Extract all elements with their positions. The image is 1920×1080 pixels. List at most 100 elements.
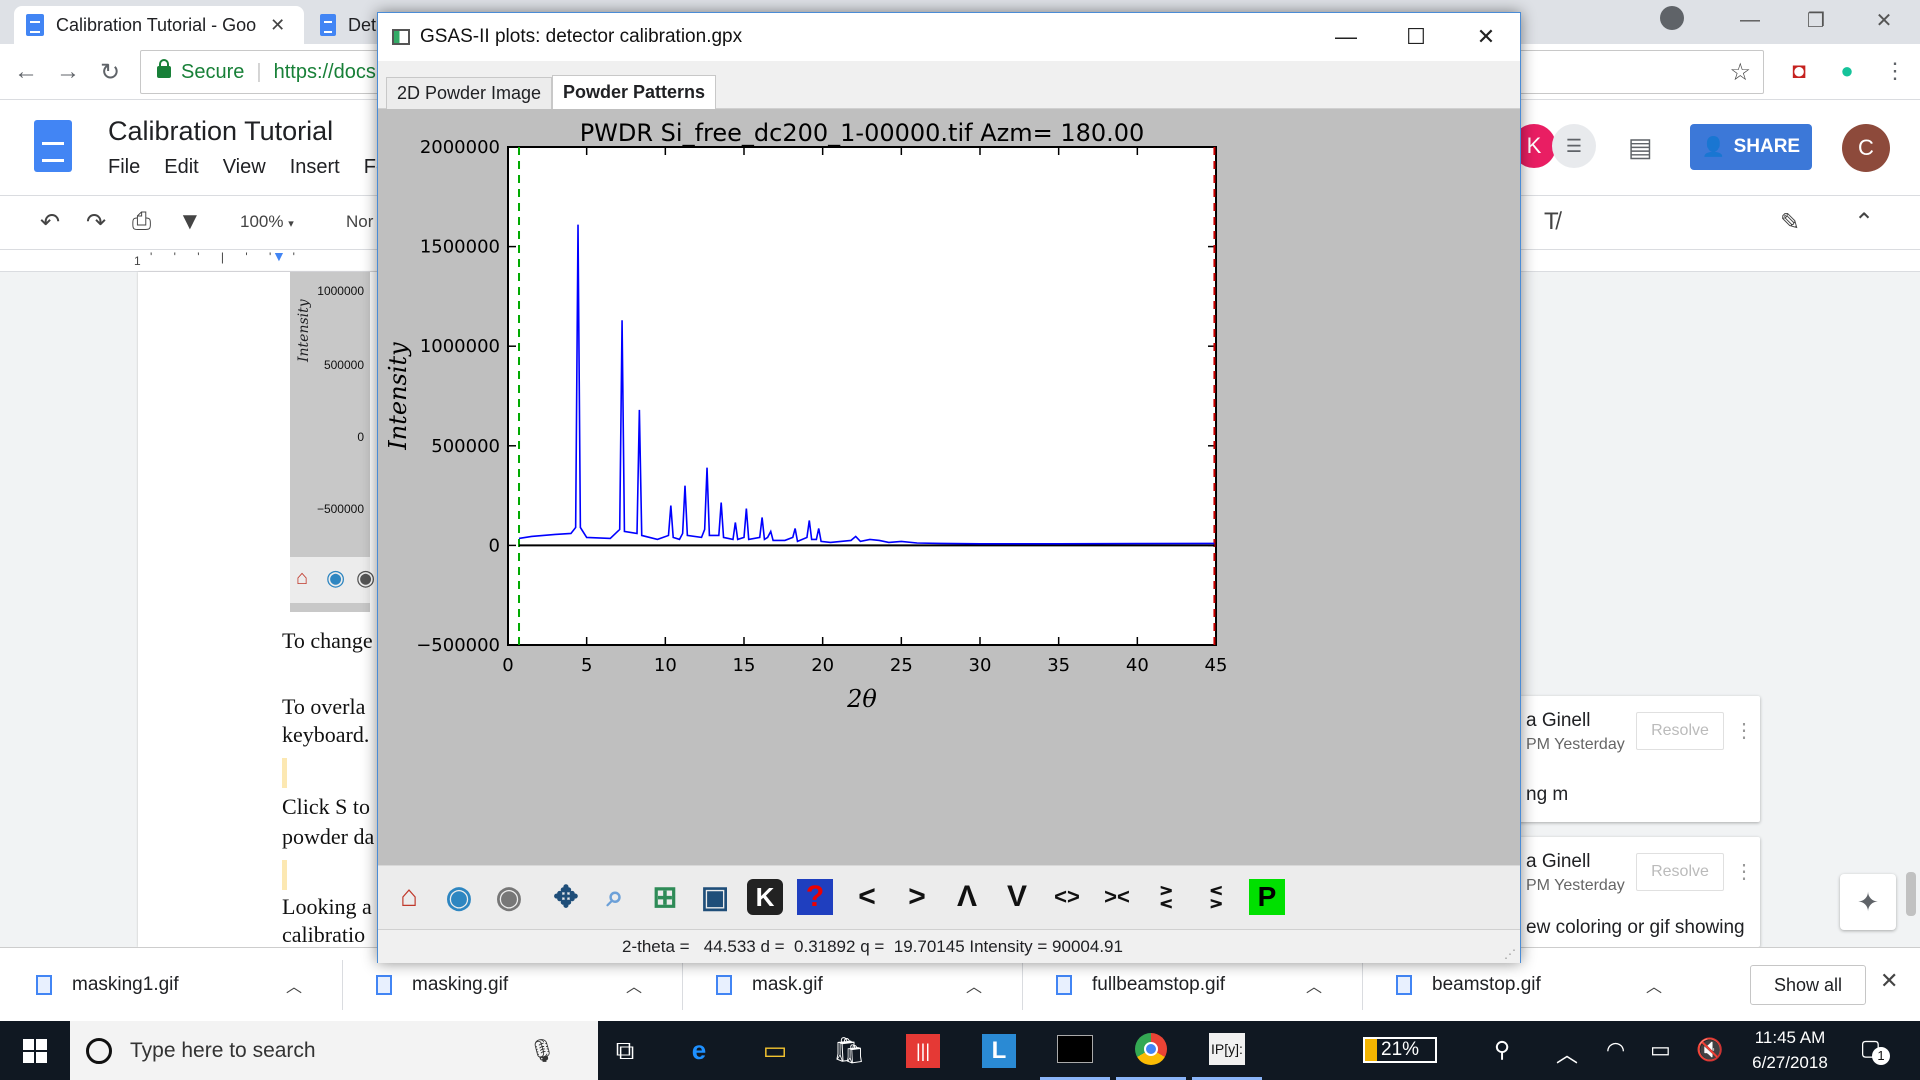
share-button[interactable]: 👤 SHARE xyxy=(1690,124,1812,170)
start-button[interactable] xyxy=(0,1021,70,1080)
style-select[interactable]: Nor xyxy=(346,212,373,232)
forward-icon[interactable]: ◉ xyxy=(486,874,532,920)
pocket-extension-icon[interactable]: ◘ xyxy=(1784,56,1814,86)
save-icon[interactable]: ▣ xyxy=(692,874,738,920)
menu-view[interactable]: View xyxy=(223,156,266,179)
key-p-button[interactable]: P xyxy=(1244,874,1290,920)
tab-det[interactable]: Det xyxy=(308,6,388,44)
office-app-icon[interactable]: ||| xyxy=(888,1021,958,1080)
tab-2d-powder-image[interactable]: 2D Powder Image xyxy=(386,77,553,109)
zoom-icon[interactable]: ⌕ xyxy=(592,874,638,920)
expand-y-button[interactable]: ∧∨ xyxy=(1144,874,1190,920)
chevron-up-icon[interactable]: ︿ xyxy=(626,973,642,997)
undo-icon[interactable]: ↶ xyxy=(40,208,60,237)
reload-icon[interactable]: ↻ xyxy=(92,54,128,90)
menu-edit[interactable]: Edit xyxy=(164,156,198,179)
shift-up-button[interactable]: Λ xyxy=(944,874,990,920)
close-icon[interactable]: ✕ xyxy=(1854,0,1914,40)
chevron-up-icon[interactable]: ︿ xyxy=(286,973,302,997)
scrollbar-thumb[interactable] xyxy=(1906,872,1916,916)
download-item[interactable]: masking.gif ︿ xyxy=(350,960,670,1010)
store-icon[interactable]: 🛍 xyxy=(814,1021,884,1080)
back-icon[interactable]: ◉ xyxy=(436,874,482,920)
menu-kebab-icon[interactable]: ⋮ xyxy=(1880,56,1910,86)
microphone-icon[interactable]: 🎙 xyxy=(528,1038,556,1064)
ipython-icon[interactable]: IP[y]: xyxy=(1192,1021,1262,1080)
profile-icon[interactable] xyxy=(1660,6,1684,30)
editing-mode-pencil-icon[interactable]: ✎ xyxy=(1780,208,1800,237)
download-item[interactable]: fullbeamstop.gif ︿ xyxy=(1030,960,1350,1010)
help-icon[interactable]: ? xyxy=(792,874,838,920)
download-item[interactable]: beamstop.gif ︿ xyxy=(1370,960,1690,1010)
edge-icon[interactable]: e xyxy=(664,1021,734,1080)
zoom-select[interactable]: 100% ▾ xyxy=(240,212,294,232)
shift-right-button[interactable]: > xyxy=(894,874,940,920)
gsas-titlebar[interactable]: GSAS-II plots: detector calibration.gpx … xyxy=(378,13,1520,61)
download-item[interactable]: mask.gif ︿ xyxy=(690,960,1010,1010)
taskbar-clock[interactable]: 11:45 AM 6/27/2018 xyxy=(1740,1025,1840,1075)
menu-insert[interactable]: Insert xyxy=(290,156,340,179)
expand-x-button[interactable]: <> xyxy=(1044,874,1090,920)
pan-icon[interactable]: ✥ xyxy=(543,874,589,920)
restore-icon[interactable]: ❐ xyxy=(1786,0,1846,40)
resolve-button[interactable]: Resolve xyxy=(1636,712,1724,750)
people-icon[interactable]: ⚲ xyxy=(1494,1037,1510,1063)
chevron-up-icon[interactable]: ︿ xyxy=(1646,973,1662,997)
shift-left-button[interactable]: < xyxy=(844,874,890,920)
collapse-toolbar-icon[interactable]: ⌃ xyxy=(1854,208,1874,237)
tab-powder-patterns[interactable]: Powder Patterns xyxy=(552,75,717,109)
minimize-icon[interactable]: — xyxy=(1720,0,1780,40)
power-icon[interactable]: ▭ xyxy=(1650,1037,1671,1063)
document-title[interactable]: Calibration Tutorial xyxy=(108,116,333,147)
redo-icon[interactable]: ↷ xyxy=(86,208,106,237)
show-all-button[interactable]: Show all xyxy=(1750,965,1866,1005)
file-explorer-icon[interactable]: ▭ xyxy=(740,1021,810,1080)
resolve-button[interactable]: Resolve xyxy=(1636,853,1724,891)
print-icon[interactable]: ⎙ xyxy=(132,208,151,236)
chevron-up-icon[interactable]: ︿ xyxy=(966,973,982,997)
volume-muted-icon[interactable]: 🔇 xyxy=(1696,1037,1723,1063)
comments-icon[interactable]: ▤ xyxy=(1628,132,1653,163)
tab-calibration-tutorial[interactable]: Calibration Tutorial - Goo ✕ xyxy=(14,6,304,44)
chevron-up-icon[interactable]: ︿ xyxy=(1306,973,1322,997)
indent-marker-icon[interactable]: ▼ xyxy=(272,248,286,264)
paint-format-icon[interactable]: ▼ xyxy=(178,208,202,236)
plot-area[interactable]: 0 5 10 15 20 25 30 35 40 45 −500000 0 500000 1000000 1… xyxy=(378,109,1520,879)
subplots-icon[interactable]: ⊞ xyxy=(642,874,688,920)
shift-down-button[interactable]: V xyxy=(994,874,1040,920)
close-download-bar-icon[interactable]: ✕ xyxy=(1880,968,1898,994)
wifi-icon[interactable]: ◠ xyxy=(1606,1037,1625,1063)
forward-arrow-icon[interactable]: → xyxy=(50,54,86,90)
key-k-button[interactable]: K xyxy=(742,874,788,920)
clear-formatting-icon[interactable]: T̸ xyxy=(1544,208,1559,236)
more-options-icon[interactable]: ⋮ xyxy=(1734,718,1754,743)
account-avatar[interactable]: C xyxy=(1842,124,1890,172)
maximize-icon[interactable]: ☐ xyxy=(1386,13,1446,61)
google-docs-logo-icon[interactable] xyxy=(34,120,72,172)
back-arrow-icon[interactable]: ← xyxy=(8,54,44,90)
resize-grip-icon[interactable]: ⋰ xyxy=(1504,947,1516,961)
task-view-icon[interactable]: ⧉ xyxy=(590,1021,660,1080)
powder-pattern-chart[interactable]: 0 5 10 15 20 25 30 35 40 45−500000050000010000001… xyxy=(378,109,1520,865)
tab-close-icon[interactable]: ✕ xyxy=(270,15,285,36)
show-hidden-icons-icon[interactable]: ︿ xyxy=(1556,1037,1578,1069)
terminal-icon[interactable] xyxy=(1040,1021,1110,1080)
ruler-number: 1 xyxy=(134,254,141,268)
taskbar-search-box[interactable]: Type here to search 🎙 xyxy=(70,1021,598,1080)
minimize-icon[interactable]: — xyxy=(1316,13,1376,61)
explore-icon[interactable]: ✦ xyxy=(1840,874,1896,930)
grammarly-extension-icon[interactable]: ● xyxy=(1832,56,1862,86)
home-icon[interactable]: ⌂ xyxy=(386,874,432,920)
bookmark-star-icon[interactable]: ☆ xyxy=(1729,58,1751,87)
close-icon[interactable]: ✕ xyxy=(1456,13,1516,61)
download-item[interactable]: masking1.gif ︿ xyxy=(10,960,330,1010)
lync-app-icon[interactable]: L xyxy=(964,1021,1034,1080)
action-center-icon[interactable]: ▢ 1 xyxy=(1860,1035,1890,1065)
more-options-icon[interactable]: ⋮ xyxy=(1734,859,1754,884)
chrome-icon[interactable] xyxy=(1116,1021,1186,1080)
menu-file[interactable]: File xyxy=(108,156,140,179)
shrink-y-button[interactable]: ∨∧ xyxy=(1194,874,1240,920)
shrink-x-button[interactable]: >< xyxy=(1094,874,1140,920)
chat-icon[interactable]: ☰ xyxy=(1552,124,1596,168)
battery-indicator[interactable]: 21% xyxy=(1363,1037,1437,1063)
